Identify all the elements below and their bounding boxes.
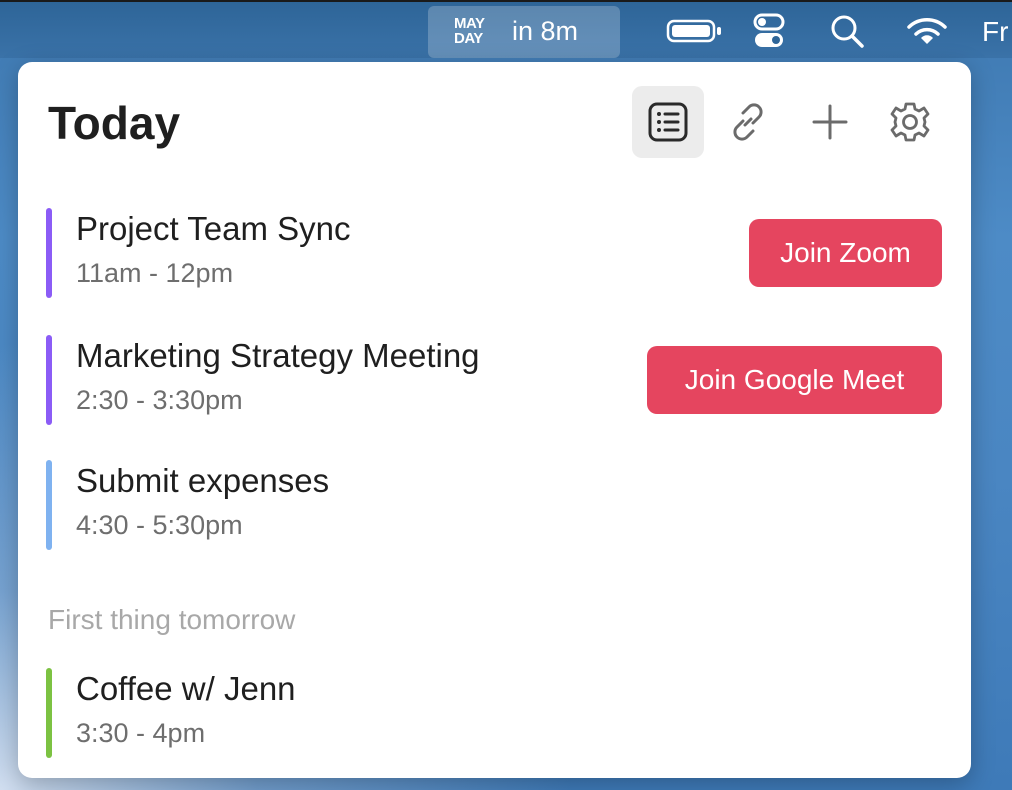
tomorrow-section-label: First thing tomorrow — [48, 604, 296, 635]
list-view-button[interactable] — [632, 86, 704, 158]
event-item[interactable]: Submit expenses 4:30 - 5:30pm — [46, 460, 942, 550]
menubar-clock[interactable]: Fr — [982, 16, 1008, 48]
event-title: Marketing Strategy Meeting — [76, 337, 480, 374]
mayday-logo: MAY DAY — [454, 16, 496, 50]
event-time: 11am - 12pm — [76, 258, 234, 288]
event-time: 3:30 - 4pm — [76, 718, 206, 748]
event-time: 2:30 - 3:30pm — [76, 385, 243, 415]
plus-icon — [812, 104, 848, 140]
gear-icon — [890, 102, 930, 142]
add-event-button[interactable] — [794, 86, 866, 158]
spotlight-search-icon[interactable] — [828, 12, 866, 50]
menu-bar: MAY DAY in 8m Fr — [0, 0, 1012, 58]
control-center-icon[interactable] — [752, 12, 786, 50]
mayday-logo-line2: DAY — [454, 30, 483, 47]
event-color-bar — [46, 208, 52, 298]
event-color-bar — [46, 335, 52, 425]
event-time: 4:30 - 5:30pm — [76, 510, 243, 540]
event-color-bar — [46, 460, 52, 550]
join-zoom-button[interactable]: Join Zoom — [749, 219, 942, 287]
mayday-status-text: in 8m — [512, 16, 579, 46]
page-title: Today — [48, 97, 181, 149]
join-google-meet-button[interactable]: Join Google Meet — [647, 346, 942, 414]
event-title: Project Team Sync — [76, 210, 351, 247]
event-title: Submit expenses — [76, 462, 330, 499]
settings-button[interactable] — [874, 86, 946, 158]
event-title: Coffee w/ Jenn — [76, 670, 296, 707]
mayday-logo-line1: MAY — [454, 15, 485, 32]
event-color-bar — [46, 668, 52, 758]
battery-icon[interactable] — [666, 18, 724, 44]
link-button[interactable] — [712, 86, 784, 158]
mayday-popover: Today Project Team Sync 11am - 12pm Join… — [18, 62, 971, 778]
list-view-icon — [648, 102, 688, 142]
wifi-icon[interactable] — [906, 16, 948, 48]
link-icon — [733, 103, 763, 141]
event-item[interactable]: Coffee w/ Jenn 3:30 - 4pm — [46, 668, 942, 758]
